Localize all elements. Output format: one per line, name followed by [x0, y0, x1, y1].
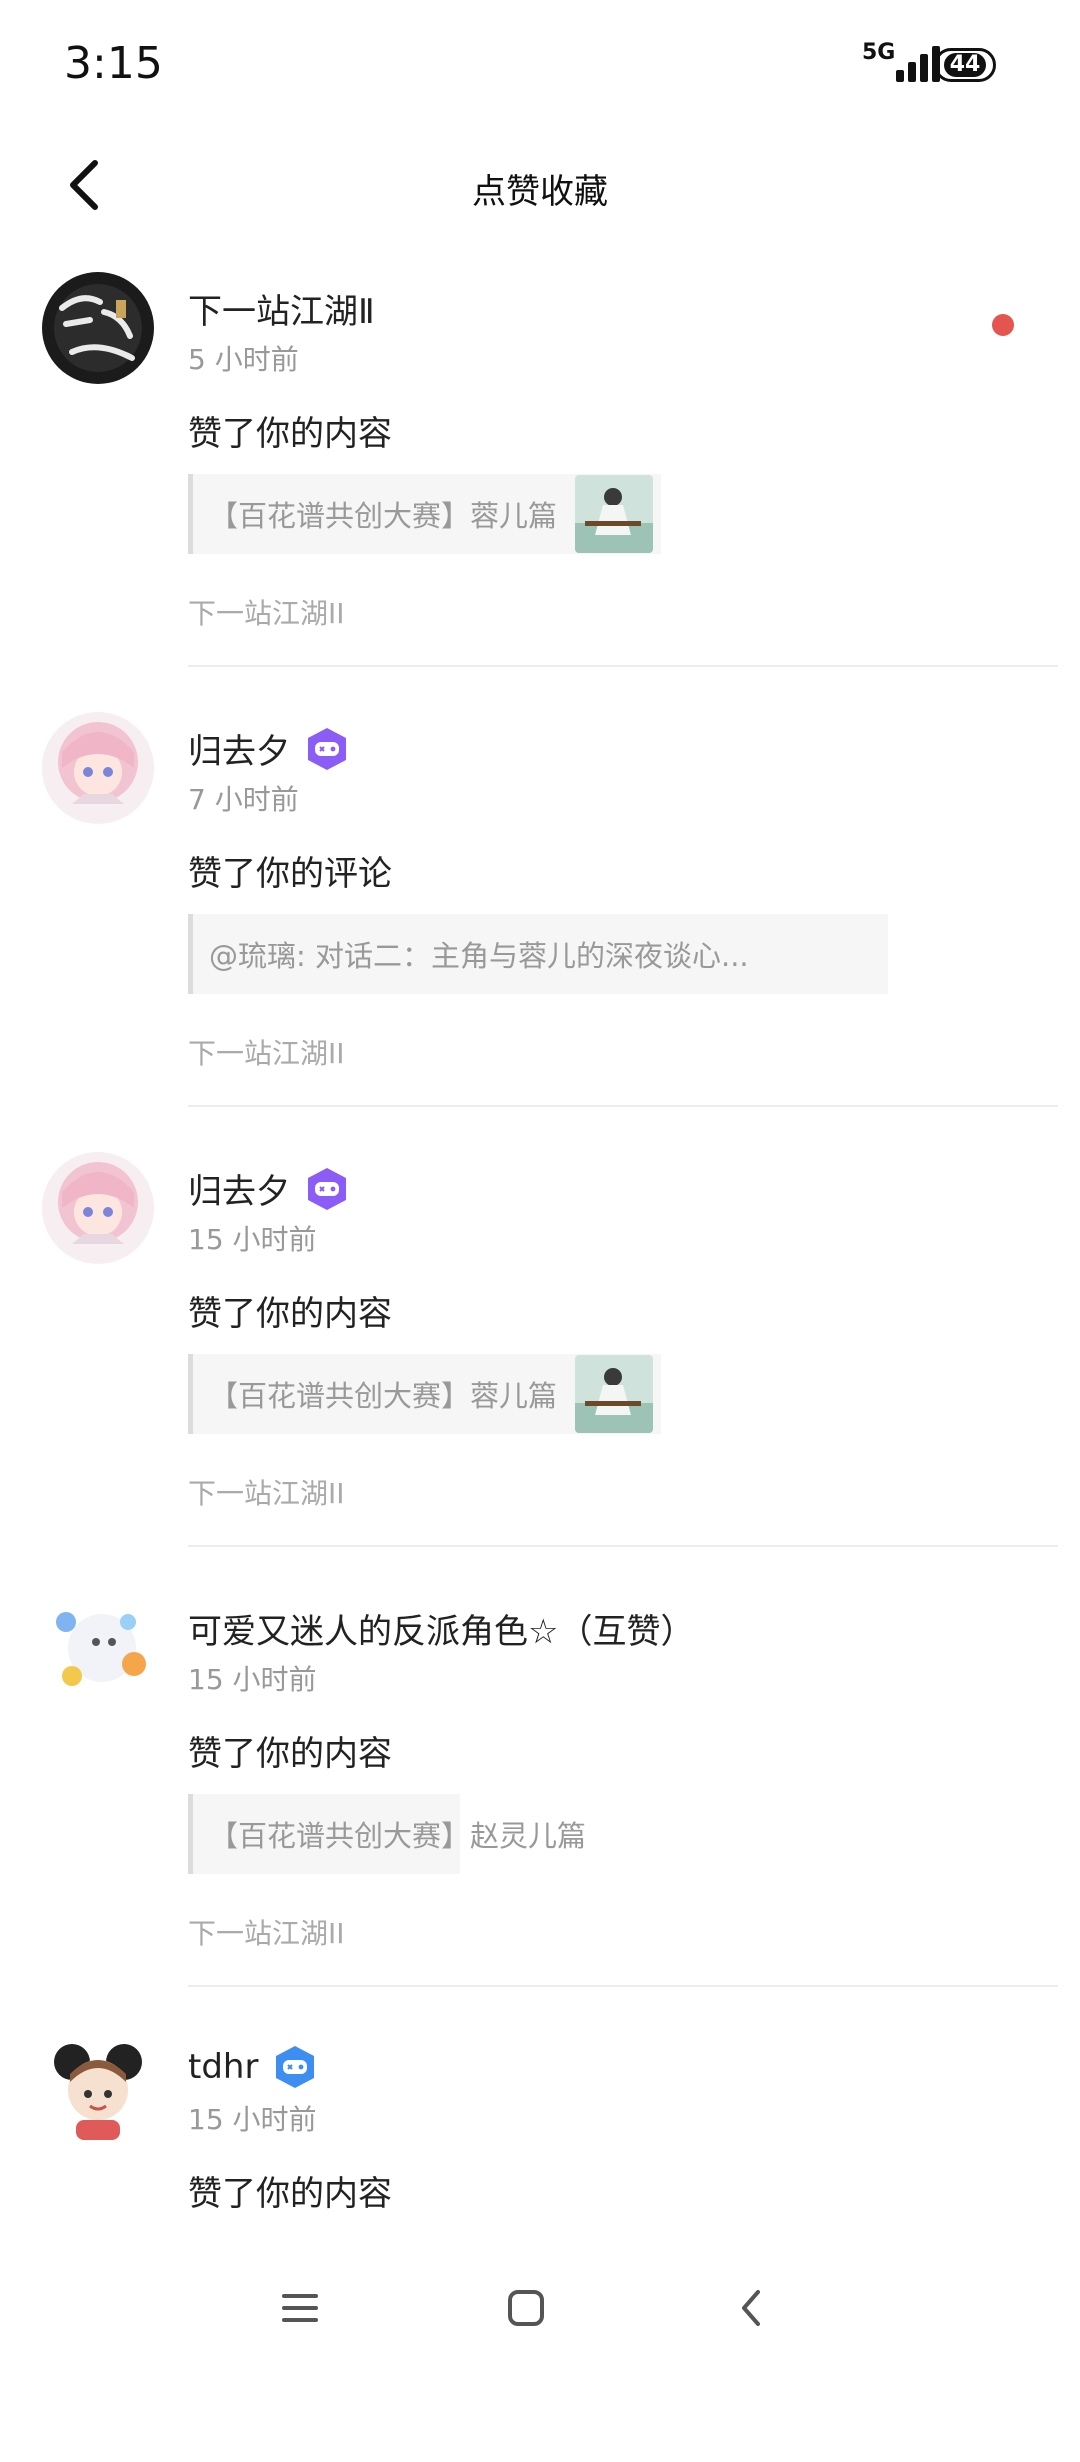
action-text: 赞了你的内容 — [188, 2174, 392, 2214]
unread-dot — [992, 314, 1014, 336]
divider — [188, 1985, 1058, 1987]
back-nav-button[interactable] — [712, 2268, 792, 2348]
quoted-comment[interactable]: @琉璃: 对话二：主角与蓉儿的深夜谈心... — [188, 914, 888, 994]
action-text: 赞了你的评论 — [188, 854, 392, 894]
avatar[interactable] — [42, 712, 154, 824]
gamepad-badge-icon — [308, 1167, 346, 1210]
battery-icon: 44 — [934, 48, 996, 82]
quoted-content[interactable]: 【百花谱共创大赛】蓉儿篇 — [188, 474, 662, 554]
timestamp: 5 小时前 — [188, 343, 299, 376]
action-text: 赞了你的内容 — [188, 1734, 392, 1774]
avatar[interactable] — [42, 1152, 154, 1264]
home-square-icon — [508, 2290, 544, 2326]
avatar[interactable] — [42, 1592, 154, 1704]
action-text: 赞了你的内容 — [188, 414, 392, 454]
avatar[interactable] — [42, 272, 154, 384]
user-name[interactable]: tdhr — [188, 2047, 258, 2087]
avatar-image — [42, 2032, 154, 2144]
name-row: 可爱又迷人的反派角色☆（互赞） — [188, 1604, 694, 1653]
source-name: 下一站江湖II — [188, 1037, 345, 1070]
user-name[interactable]: 下一站江湖Ⅱ — [188, 284, 375, 333]
network-label: 5G — [862, 40, 896, 65]
user-name[interactable]: 可爱又迷人的反派角色☆（互赞） — [188, 1604, 694, 1653]
user-name[interactable]: 归去夕 — [188, 724, 290, 773]
divider — [188, 1545, 1058, 1547]
avatar-image — [42, 1152, 154, 1264]
home-button[interactable] — [486, 2268, 566, 2348]
battery-level: 44 — [943, 53, 987, 77]
notification-list: 下一站江湖Ⅱ 5 小时前 赞了你的内容 【百花谱共创大赛】蓉儿篇 下一站江湖II — [0, 262, 1080, 2462]
name-row: 下一站江湖Ⅱ — [188, 284, 375, 333]
status-bar: 3:15 5G 44 — [0, 0, 1080, 130]
avatar-image — [42, 712, 154, 824]
notification-item[interactable]: 归去夕 7 小时前 赞了你的评论 @琉璃: 对话二：主角与蓉儿的深夜谈心... … — [0, 702, 1080, 1142]
timestamp: 15 小时前 — [188, 1223, 317, 1256]
source-name: 下一站江湖II — [188, 597, 345, 630]
user-name[interactable]: 归去夕 — [188, 1164, 290, 1213]
page-title: 点赞收藏 — [472, 172, 608, 212]
gamepad-badge-icon — [276, 2046, 315, 2088]
menu-icon — [282, 2294, 318, 2322]
quote-text: @琉璃: 对话二：主角与蓉儿的深夜谈心... — [209, 939, 749, 973]
back-triangle-icon — [742, 2290, 760, 2326]
content-thumbnail — [575, 475, 654, 553]
notification-item[interactable]: 归去夕 15 小时前 赞了你的内容 【百花谱共创大赛】蓉儿篇 下一站江湖II — [0, 1142, 1080, 1582]
status-time: 3:15 — [64, 38, 163, 89]
notification-item[interactable]: 下一站江湖Ⅱ 5 小时前 赞了你的内容 【百花谱共创大赛】蓉儿篇 下一站江湖II — [0, 262, 1080, 702]
name-row: 归去夕 — [188, 1164, 350, 1213]
source-name: 下一站江湖II — [188, 1917, 345, 1950]
name-row: tdhr — [188, 2044, 318, 2090]
source-name: 下一站江湖II — [188, 1477, 345, 1510]
quoted-content[interactable]: 【百花谱共创大赛】赵灵儿篇 — [188, 1794, 586, 1874]
quoted-content[interactable]: 【百花谱共创大赛】蓉儿篇 — [188, 1354, 662, 1434]
timestamp: 7 小时前 — [188, 783, 299, 816]
avatar-image — [42, 272, 154, 384]
quote-text: 【百花谱共创大赛】蓉儿篇 — [209, 499, 558, 533]
quote-text: 【百花谱共创大赛】赵灵儿篇 — [209, 1819, 587, 1853]
avatar[interactable] — [42, 2032, 154, 2144]
header: 点赞收藏 — [0, 130, 1080, 240]
system-nav-bar — [0, 2220, 1080, 2400]
name-row: 归去夕 — [188, 724, 350, 773]
avatar-image — [42, 1592, 154, 1704]
gamepad-badge-icon — [308, 727, 346, 770]
quote-text: 【百花谱共创大赛】蓉儿篇 — [209, 1379, 558, 1413]
notification-item[interactable]: 可爱又迷人的反派角色☆（互赞） 15 小时前 赞了你的内容 【百花谱共创大赛】赵… — [0, 1582, 1080, 2022]
action-text: 赞了你的内容 — [188, 1294, 392, 1334]
content-thumbnail — [575, 1355, 654, 1433]
divider — [188, 665, 1058, 667]
divider — [188, 1105, 1058, 1107]
timestamp: 15 小时前 — [188, 1663, 317, 1696]
timestamp: 15 小时前 — [188, 2103, 317, 2136]
menu-button[interactable] — [260, 2268, 340, 2348]
